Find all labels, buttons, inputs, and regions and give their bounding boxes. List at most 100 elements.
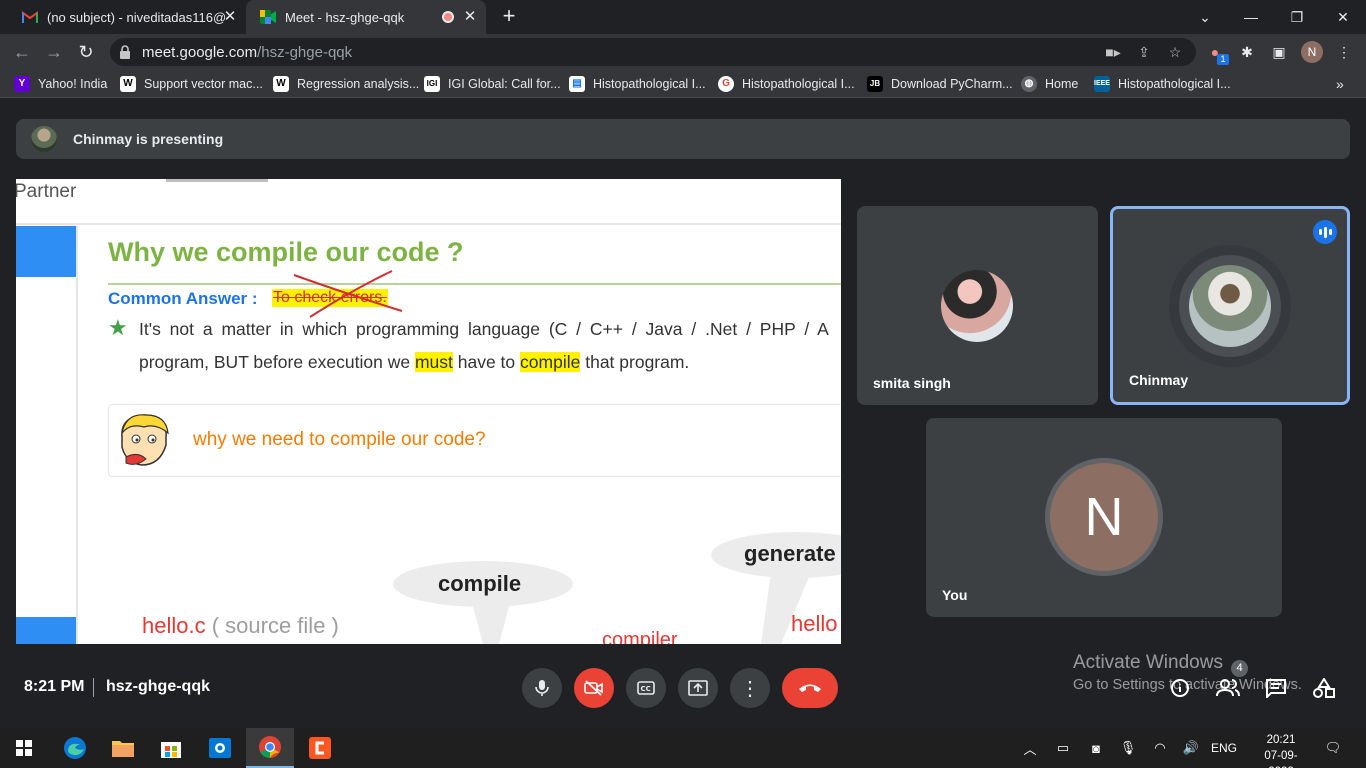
self-tile[interactable]: N You xyxy=(926,418,1282,617)
url-text: meet.google.com/hsz-ghge-qqk xyxy=(142,44,353,61)
taskbar-app-photos[interactable] xyxy=(196,728,244,768)
extensions-puzzle-icon[interactable]: ✱ xyxy=(1238,43,1256,61)
taskbar-app-store[interactable] xyxy=(147,728,195,768)
yahoo-icon: Y xyxy=(14,76,30,92)
taskbar-app-screen-recorder[interactable] xyxy=(296,728,344,768)
slide-heading: Why we compile our code ? xyxy=(108,237,464,267)
bookmark-star-icon[interactable]: ☆ xyxy=(1166,44,1184,60)
restore-button[interactable]: ❐ xyxy=(1274,0,1320,34)
tab-gmail[interactable]: (no subject) - niveditadas116@gm ✕ xyxy=(8,0,246,34)
input-language[interactable]: ENG xyxy=(1208,738,1240,758)
bookmark-item[interactable]: IGI IGI Global: Call for... xyxy=(424,75,561,93)
microphone-button[interactable] xyxy=(522,668,562,708)
meeting-details-button[interactable] xyxy=(1166,674,1194,702)
bookmark-item[interactable]: IEEE Histopathological I... xyxy=(1094,75,1231,93)
globe-icon: ◍ xyxy=(1021,76,1037,92)
microphone-icon xyxy=(535,680,549,696)
forward-button[interactable]: → xyxy=(42,40,66,64)
more-bookmarks-icon[interactable]: » xyxy=(1336,75,1344,93)
close-icon[interactable]: ✕ xyxy=(462,9,478,25)
participant-name: smita singh xyxy=(873,375,951,391)
end-call-icon xyxy=(799,684,821,692)
more-options-button[interactable]: ⋮ xyxy=(730,668,770,708)
minimize-button[interactable]: — xyxy=(1228,0,1274,34)
battery-icon[interactable]: ▭ xyxy=(1053,738,1073,758)
wifi-icon[interactable]: ◠ xyxy=(1150,738,1170,758)
participant-tile-speaking[interactable]: Chinmay xyxy=(1110,206,1350,405)
hello-source-label: hello.c ( source file ) xyxy=(142,613,339,638)
close-icon[interactable]: ✕ xyxy=(222,9,238,25)
divider xyxy=(93,678,94,697)
browser-toolbar: ← → ↻ meet.google.com/hsz-ghge-qqk ■▸ ⇪ … xyxy=(0,34,1366,70)
presenting-text: Chinmay is presenting xyxy=(73,131,224,147)
participants-count-badge: 4 xyxy=(1231,660,1248,677)
slide-divider xyxy=(16,223,841,225)
more-menu-icon[interactable]: ⋮ xyxy=(1335,43,1353,61)
reload-button[interactable]: ↻ xyxy=(74,40,98,64)
people-icon xyxy=(1216,679,1240,697)
bookmark-item[interactable]: G Histopathological I... xyxy=(718,75,855,93)
google-icon: G xyxy=(718,76,734,92)
speech-bubble-stem xyxy=(471,599,511,644)
presenting-banner: Chinmay is presenting xyxy=(16,119,1350,159)
photos-icon xyxy=(209,738,231,758)
more-vert-icon: ⋮ xyxy=(740,677,760,700)
bookmark-item[interactable]: ◍ Home xyxy=(1021,75,1078,93)
taskbar-app-chrome[interactable] xyxy=(246,728,294,768)
tab-meet[interactable]: Meet - hsz-ghge-qqk ✕ xyxy=(246,0,486,34)
avatar xyxy=(941,270,1013,342)
slide-divider xyxy=(76,226,78,644)
tray-overflow-chevron-icon[interactable]: ︿ xyxy=(1020,738,1040,758)
bookmark-item[interactable]: W Regression analysis... xyxy=(273,75,419,93)
chat-button[interactable] xyxy=(1262,674,1290,702)
participant-tile[interactable]: smita singh xyxy=(857,206,1098,405)
new-tab-button[interactable]: + xyxy=(498,5,520,28)
address-bar[interactable]: meet.google.com/hsz-ghge-qqk ■▸ ⇪ ☆ xyxy=(110,38,1196,66)
people-button[interactable] xyxy=(1214,674,1242,702)
thinking-face-icon xyxy=(121,414,169,466)
taskbar-app-explorer[interactable] xyxy=(99,728,147,768)
tab-title: Meet - hsz-ghge-qqk xyxy=(285,9,405,25)
edge-icon xyxy=(64,737,86,759)
closed-captions-icon: CC xyxy=(637,681,655,695)
folder-icon xyxy=(112,741,134,757)
profile-avatar[interactable]: N xyxy=(1301,41,1323,63)
chat-icon xyxy=(1266,679,1286,698)
bubble-compile-label: compile xyxy=(438,571,522,596)
slide-accent-bar xyxy=(16,226,76,277)
side-panel-icon[interactable]: ▣ xyxy=(1270,43,1288,61)
close-window-button[interactable]: ✕ xyxy=(1320,0,1366,34)
microphone-tray-icon[interactable]: 🎙 xyxy=(1118,738,1138,758)
meeting-time: 8:21 PM xyxy=(24,678,85,695)
bookmark-item[interactable]: ▤ Histopathological I... xyxy=(569,75,706,93)
bubble-generate-label: generate xyxy=(744,541,836,566)
slide-paragraph: It's not a matter in which programming l… xyxy=(139,319,829,339)
camera-off-icon xyxy=(584,680,603,696)
recorder-app-icon xyxy=(309,737,331,759)
presenter-avatar xyxy=(31,126,57,152)
camera-in-use-icon[interactable]: ■▸ xyxy=(1104,44,1122,60)
volume-icon[interactable]: 🔊 xyxy=(1180,738,1202,758)
info-icon xyxy=(1171,679,1189,697)
meeting-code: hsz-ghge-qqk xyxy=(106,678,210,695)
notifications-icon[interactable]: 🗨 xyxy=(1322,738,1344,758)
taskbar-clock[interactable]: 20:21 07-09-2022 xyxy=(1252,732,1310,768)
back-button[interactable]: ← xyxy=(10,40,34,64)
leave-call-button[interactable] xyxy=(782,668,838,708)
extension-badge: 1 xyxy=(1217,54,1229,65)
present-now-button[interactable] xyxy=(678,668,718,708)
meet-now-icon[interactable]: ◙ xyxy=(1086,738,1106,758)
tab-search-chevron-icon[interactable]: ⌄ xyxy=(1182,0,1228,34)
taskbar-app-edge[interactable] xyxy=(51,728,99,768)
captions-button[interactable]: CC xyxy=(626,668,666,708)
bookmark-item[interactable]: Y Yahoo! India xyxy=(14,75,107,93)
start-button[interactable] xyxy=(0,728,48,768)
bookmark-item[interactable]: JB Download PyCharm... xyxy=(867,75,1013,93)
speaking-indicator-icon xyxy=(1313,220,1337,244)
compiler-label: compiler xyxy=(602,629,678,644)
camera-off-button[interactable] xyxy=(574,668,614,708)
share-icon[interactable]: ⇪ xyxy=(1135,44,1153,60)
activities-button[interactable] xyxy=(1310,674,1338,702)
meet-icon xyxy=(260,10,276,24)
bookmark-item[interactable]: W Support vector mac... xyxy=(120,75,263,93)
